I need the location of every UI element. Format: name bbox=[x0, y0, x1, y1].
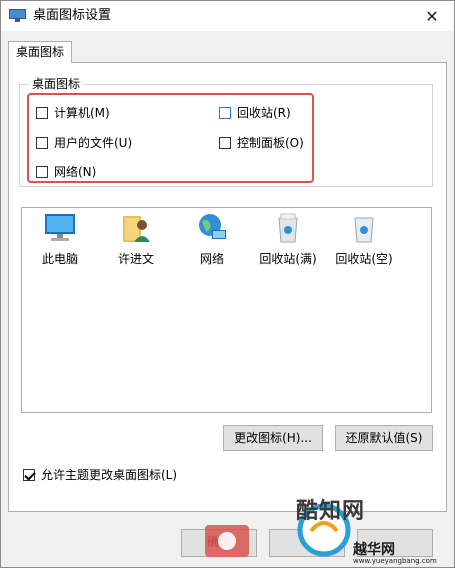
watermark-url: www.yueyangbang.com bbox=[353, 557, 437, 565]
icon-label: 网络 bbox=[199, 252, 224, 266]
icon-item-this-pc[interactable]: 此电脑 bbox=[26, 212, 94, 267]
group-title: 桌面图标 bbox=[28, 76, 85, 92]
checkbox-label: 控制面板(O) bbox=[237, 136, 304, 150]
recycle-bin-empty-icon bbox=[354, 217, 374, 243]
icon-label: 回收站(空) bbox=[335, 252, 393, 266]
icon-label: 此电脑 bbox=[41, 252, 78, 266]
checkbox-label: 允许主题更改桌面图标(L) bbox=[41, 468, 178, 482]
watermark-site-name: 越华网 bbox=[353, 542, 395, 558]
checkbox-label: 计算机(M) bbox=[54, 106, 110, 120]
restore-default-button[interactable]: 还原默认值(S) bbox=[335, 425, 433, 451]
desktop-settings-icon bbox=[9, 9, 26, 22]
checkbox-control-panel[interactable]: 控制面板(O) bbox=[219, 134, 304, 151]
checkbox-box[interactable] bbox=[23, 468, 35, 481]
network-icon bbox=[199, 214, 226, 239]
checkbox-box[interactable] bbox=[36, 106, 48, 119]
icon-label: 许进文 bbox=[117, 252, 154, 266]
checkbox-label: 用户的文件(U) bbox=[54, 136, 133, 150]
checkbox-box[interactable] bbox=[219, 106, 231, 119]
checkbox-label: 网络(N) bbox=[54, 165, 97, 179]
desktop-icon-settings-window: 桌面图标设置 ✕ 桌面图标 桌面图标 计算机(M) 回收站(R) 用户的文件(U… bbox=[0, 0, 455, 568]
icon-item-user-folder[interactable]: 许进文 bbox=[102, 212, 170, 267]
checkbox-allow-theme[interactable]: 允许主题更改桌面图标(L) bbox=[23, 466, 177, 483]
change-icon-button[interactable]: 更改图标(H)... bbox=[223, 425, 323, 451]
icon-item-recycle-bin-empty[interactable]: 回收站(空) bbox=[330, 212, 398, 267]
checkbox-label: 回收站(R) bbox=[237, 106, 291, 120]
watermark-brand: 酷知网 bbox=[296, 499, 366, 524]
user-folder-icon bbox=[123, 216, 150, 242]
tab-desktop-icons[interactable]: 桌面图标 bbox=[8, 41, 72, 63]
close-button[interactable]: ✕ bbox=[410, 1, 454, 31]
window-title: 桌面图标设置 bbox=[33, 8, 112, 23]
checkbox-computer[interactable]: 计算机(M) bbox=[36, 104, 110, 121]
computer-icon bbox=[45, 214, 75, 241]
checkbox-recycle-bin[interactable]: 回收站(R) bbox=[219, 104, 291, 121]
icon-list[interactable]: 此电脑 许进文 网络 回收站(满) 回收站(空) bbox=[21, 207, 432, 413]
checkbox-box[interactable] bbox=[219, 136, 231, 149]
title-bar: 桌面图标设置 ✕ bbox=[1, 1, 454, 31]
checkbox-box[interactable] bbox=[36, 165, 48, 178]
checkbox-user-files[interactable]: 用户的文件(U) bbox=[36, 134, 132, 151]
icon-label: 回收站(满) bbox=[259, 252, 317, 266]
checkbox-network[interactable]: 网络(N) bbox=[36, 163, 96, 180]
icon-item-recycle-bin-full[interactable]: 回收站(满) bbox=[254, 212, 322, 267]
icon-item-network[interactable]: 网络 bbox=[178, 212, 246, 267]
watermark-logo-overlay bbox=[205, 525, 249, 557]
checkbox-box[interactable] bbox=[36, 136, 48, 149]
recycle-bin-full-icon bbox=[278, 213, 298, 243]
